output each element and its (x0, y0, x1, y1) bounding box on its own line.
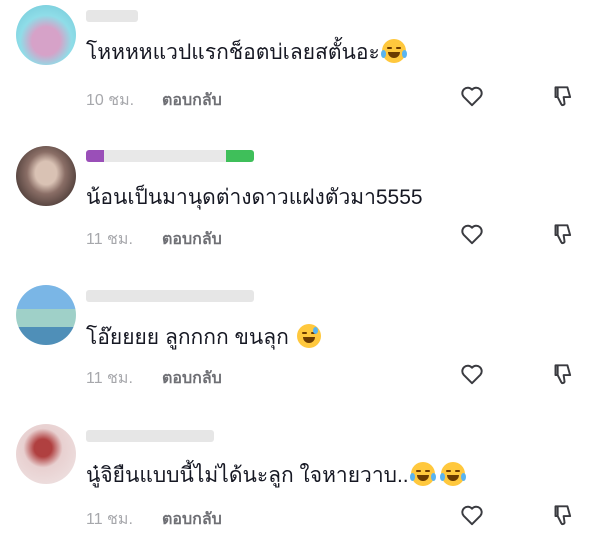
heart-icon[interactable] (459, 221, 485, 247)
username-blurred[interactable] (86, 10, 138, 22)
heart-icon[interactable] (459, 83, 485, 109)
heart-icon[interactable] (459, 502, 485, 528)
laugh-cry-emoji (380, 39, 407, 63)
reply-button[interactable]: ตอบกลับ (162, 366, 222, 391)
dislike-icon[interactable] (549, 361, 575, 387)
reply-button[interactable]: ตอบกลับ (162, 507, 222, 532)
comment-time: 11 ชม. (86, 370, 133, 387)
reply-button[interactable]: ตอบกลับ (162, 227, 222, 252)
comment-text: นู๋จิยืนแบบนี้ไม่ได้นะลูก ใจหายวาบ.. (86, 462, 466, 489)
avatar[interactable] (16, 146, 76, 206)
dislike-icon[interactable] (549, 502, 575, 528)
comment-text: โอ๊ยยยย ลูกกกก ขนลุก (86, 324, 321, 351)
comment-time: 11 ชม. (86, 231, 133, 248)
comment-text: น้อนเป็นมานุดต่างดาวแฝงตัวมา5555 (86, 186, 423, 209)
dislike-icon[interactable] (549, 221, 575, 247)
laugh-cry-emoji (439, 462, 466, 486)
comment-item: น้อนเป็นมานุดต่างดาวแฝงตัวมา5555 11 ชม. … (0, 141, 600, 271)
grin-sweat-emoji (296, 324, 321, 348)
comment-time: 11 ชม. (86, 511, 133, 528)
username-blurred[interactable] (86, 430, 214, 442)
comment-item: นู๋จิยืนแบบนี้ไม่ได้นะลูก ใจหายวาบ.. 11 … (0, 421, 600, 551)
laugh-cry-emoji (409, 462, 436, 486)
username-blurred[interactable] (86, 150, 254, 162)
comment-item: โหหหหแวปแรกช็อตบ่เลยสตั้นอะ 10 ชม. ตอบกล… (0, 0, 600, 130)
heart-icon[interactable] (459, 361, 485, 387)
avatar[interactable] (16, 285, 76, 345)
comment-time: 10 ชม. (86, 92, 135, 109)
comment-text: โหหหหแวปแรกช็อตบ่เลยสตั้นอะ (86, 39, 407, 66)
username-blurred[interactable] (86, 290, 254, 302)
dislike-icon[interactable] (549, 83, 575, 109)
avatar[interactable] (16, 424, 76, 484)
reply-button[interactable]: ตอบกลับ (162, 88, 222, 113)
comment-item: โอ๊ยยยย ลูกกกก ขนลุก 11 ชม. ตอบกลับ (0, 282, 600, 412)
avatar[interactable] (16, 5, 76, 65)
